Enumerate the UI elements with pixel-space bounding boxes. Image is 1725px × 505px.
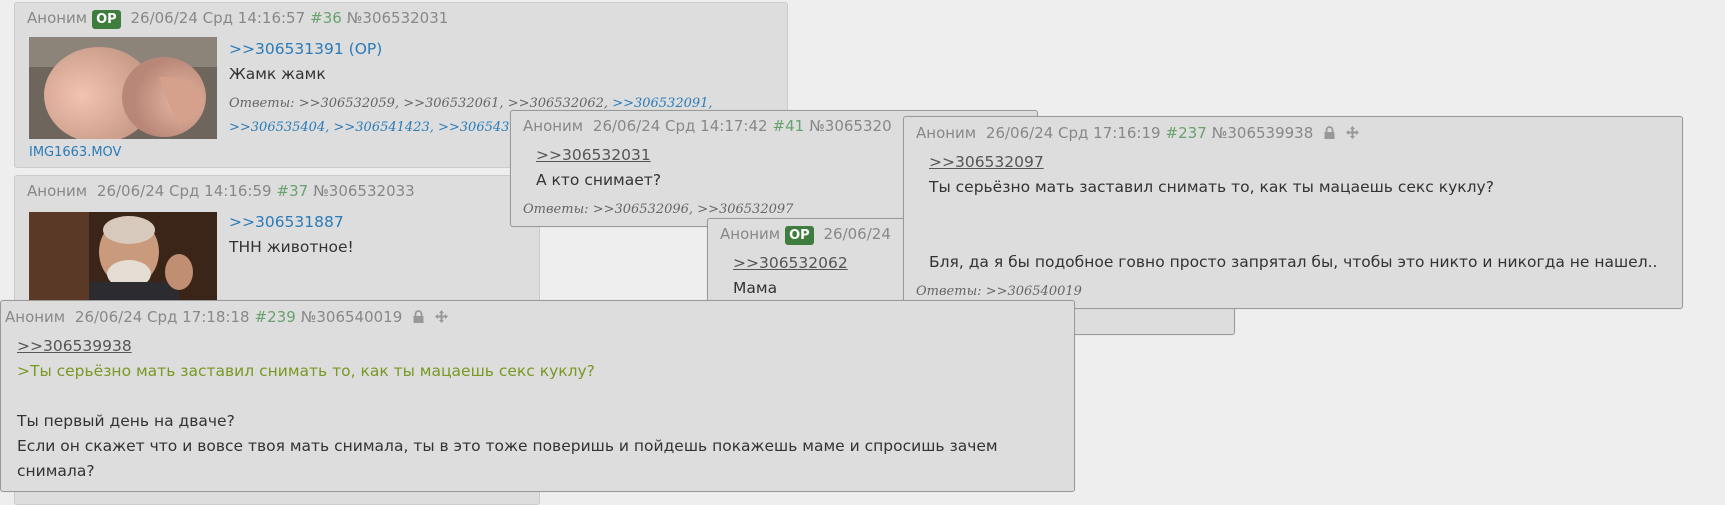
post-thumbnail[interactable] [29,212,217,302]
reply-to-link[interactable]: >>306539938 [17,337,132,355]
reply-link[interactable]: >>306532059, [299,96,399,111]
poster-name: Аноним [523,117,584,135]
poster-name: Аноним [916,124,977,142]
post-message: >>306531887 ТНН животное! [229,210,354,260]
video-thumbnail-image [29,37,217,139]
reply-to-link[interactable]: >>306531887 [229,213,344,231]
move-icon[interactable] [1345,125,1359,143]
poster-name: Аноним [720,225,781,243]
post-number[interactable]: №306532031 [347,9,449,27]
op-badge: OP [785,226,814,245]
post-thumbnail[interactable] [29,37,217,139]
post-text: Если он скажет что и вовсе твоя мать сни… [17,437,998,455]
replies-list-cont: >>306535404, >>306541423, >>306543065 [229,120,534,135]
post-message: >>306532031 А кто снимает? [536,143,661,193]
replies-list: Ответы: >>306532059, >>306532061, >>3065… [229,96,713,111]
post-preview-237: Аноним 26/06/24 Срд 17:16:19 #237 №3065399… [903,116,1683,309]
post-text: Ты серьёзно мать заставил снимать то, ка… [929,178,1494,196]
post-text: Мама [733,279,778,297]
post-text: Бля, да я бы подобное говно просто запря… [929,253,1658,271]
lock-icon [1323,125,1336,143]
poster-name: Аноним [27,182,88,200]
post-message: >>306532062 Мама [733,251,848,301]
post-message: >>306539938 >Ты серьёзно мать заставил с… [17,334,998,484]
lock-icon [412,309,425,327]
reply-to-link[interactable]: >>306532097 [929,153,1044,171]
post-text: Ты первый день на дваче? [17,412,235,430]
post-date: 26/06/24 Срд 14:16:57 [130,9,306,27]
post-date: 26/06/24 [823,225,891,243]
photo-thumbnail-image [29,212,217,302]
reply-link[interactable]: >>306541423, [334,120,434,135]
quote-text: >Ты серьёзно мать заставил снимать то, к… [17,362,595,380]
post-message: >>306532097 Ты серьёзно мать заставил сн… [929,150,1657,275]
post-index: #41 [772,117,805,135]
reply-link[interactable]: >>306532061, [403,96,503,111]
post-text: снимала? [17,462,95,480]
post-index: #237 [1165,124,1207,142]
file-name-link[interactable]: IMG1663.MOV [29,145,121,160]
post-date: 26/06/24 Срд 14:17:42 [592,117,768,135]
post-index: #37 [276,182,309,200]
op-badge: OP [92,10,121,29]
reply-link[interactable]: >>306532097 [697,202,793,217]
post-number[interactable]: №306540019 [301,308,403,326]
poster-name: Аноним [5,308,66,326]
reply-link[interactable]: >>306532096, [593,202,693,217]
post-date: 26/06/24 Срд 17:18:18 [74,308,250,326]
post-number[interactable]: №306539938 [1212,124,1314,142]
post-date: 26/06/24 Срд 14:16:59 [96,182,272,200]
post-text: ТНН животное! [229,238,354,256]
reply-to-link[interactable]: >>306532031 [536,146,651,164]
reply-to-link[interactable]: >>306532062 [733,254,848,272]
post-preview-239: Аноним 26/06/24 Срд 17:18:18 #239 №3065400… [0,300,1075,492]
post-index: #239 [254,308,296,326]
reply-link[interactable]: >>306532062, [508,96,608,111]
replies-label: Ответы: [229,96,295,111]
post-number[interactable]: №3065320 [809,117,891,135]
replies-list: Ответы: >>306540019 [916,284,1082,299]
reply-to-link[interactable]: >>306531391 (OP) [229,40,382,58]
poster-name: Аноним [27,9,88,27]
post-text: А кто снимает? [536,171,662,189]
post-message: >>306531391 (OP) Жамк жамк [229,37,382,87]
replies-label: Ответы: [523,202,589,217]
replies-list: Ответы: >>306532096, >>306532097 [523,202,793,217]
reply-link[interactable]: >>306540019 [986,284,1082,299]
reply-link[interactable]: >>306532091, [612,96,712,111]
replies-label: Ответы: [916,284,982,299]
move-icon[interactable] [434,309,448,327]
thread-page: { "colors":{"background":"#eeeeee","post… [0,0,1725,505]
reply-link[interactable]: >>306535404, [229,120,329,135]
post-number[interactable]: №306532033 [313,182,415,200]
post-index: #36 [310,9,342,27]
post-text: Жамк жамк [229,65,326,83]
post-date: 26/06/24 Срд 17:16:19 [985,124,1161,142]
